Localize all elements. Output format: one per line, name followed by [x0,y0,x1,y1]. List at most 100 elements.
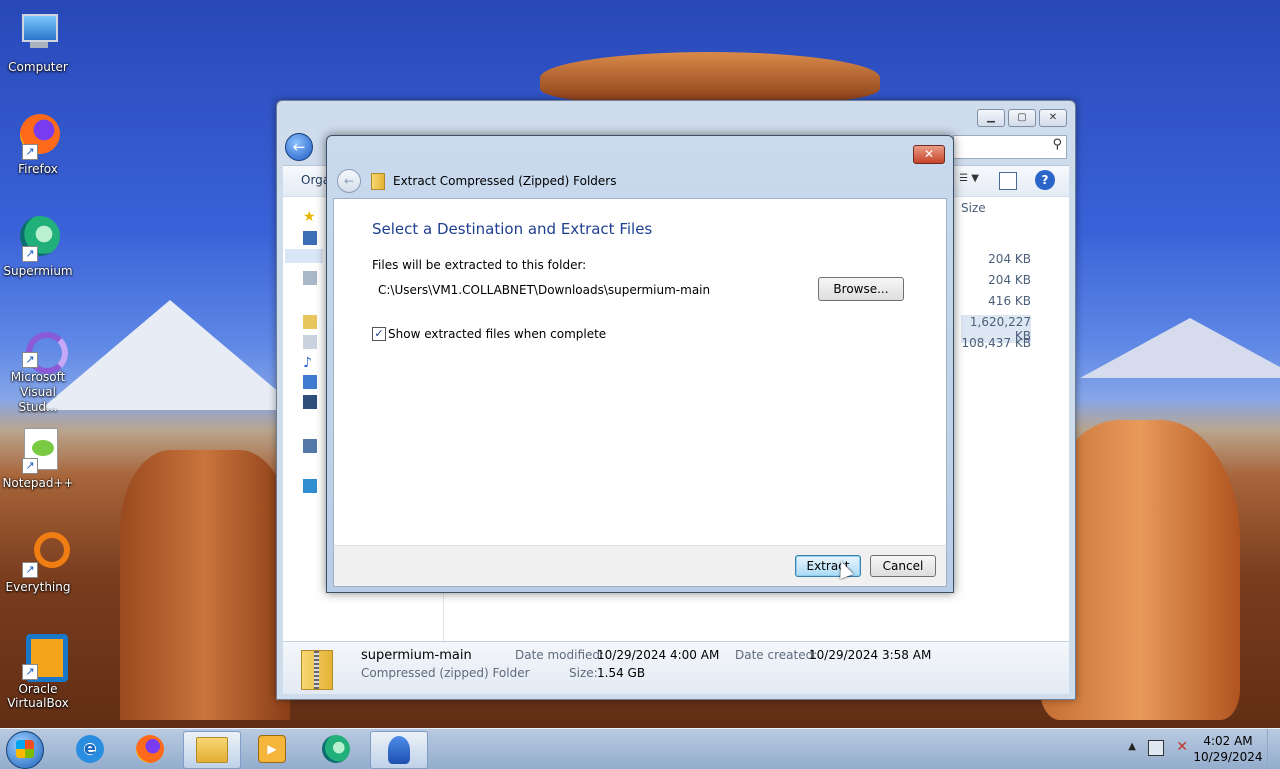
dialog-footer: Extract Cancel [333,545,947,587]
notepadpp-icon: ↗ [14,426,62,474]
details-size: 1.54 GB [597,666,646,680]
maximize-button[interactable]: ▢ [1008,109,1036,127]
downloads-item-selected[interactable] [285,249,323,263]
desktop-icon-label: Everything [5,580,71,594]
supermium-icon [322,735,350,763]
windows-logo-icon [16,740,34,758]
taskbar-internet-explorer[interactable]: e [62,731,118,767]
recent-places-icon [303,271,317,285]
zip-folder-icon [371,173,385,190]
desktop-icon-virtualbox[interactable]: ↗ Oracle VirtualBox [2,632,74,710]
desktop-icon-firefox[interactable]: ↗ Firefox [2,112,74,177]
details-file-name: supermium-main [361,648,472,663]
computer-nav-icon [303,439,317,453]
file-size-cell: 204 KB [988,252,1031,266]
file-size-cell: 108,437 KB [961,336,1031,350]
views-dropdown[interactable]: ☰ ▼ [959,173,979,184]
details-date-modified-label: Date modified: [515,648,605,662]
close-button[interactable]: ✕ [1039,109,1067,127]
music-icon: ♪ [303,355,312,371]
wallpaper-rock [540,52,880,104]
destination-label: Files will be extracted to this folder: [372,258,587,272]
desktop-icon-notepadpp[interactable]: ↗ Notepad++ [2,426,74,491]
computer-icon [14,10,62,58]
show-hidden-icons-icon[interactable]: ▲ [1128,741,1136,752]
dialog-close-button[interactable]: ✕ [913,145,945,164]
details-pane: supermium-main Compressed (zipped) Folde… [283,641,1069,694]
desktop-icon-computer[interactable]: Computer [2,10,74,75]
desktop: Computer ↗ Firefox ↗ Supermium ↗ Microso… [0,0,1280,728]
everything-icon: ↗ [14,530,70,578]
show-extracted-files-label[interactable]: Show extracted files when complete [388,327,606,341]
wallpaper-rock-left [120,450,290,720]
wallpaper-mountain [40,300,300,410]
visual-studio-icon: ↗ [14,330,68,374]
media-player-icon: ▶ [258,735,286,763]
shortcut-arrow-icon: ↗ [22,144,38,160]
extract-wizard-icon [388,736,410,764]
dialog-header: ← Extract Compressed (Zipped) Folders [333,168,945,196]
clock-time: 4:02 AM [1203,734,1253,748]
pictures-icon [303,375,317,389]
cancel-button[interactable]: Cancel [870,555,936,577]
zip-folder-icon [301,650,333,690]
taskbar-media-player[interactable]: ▶ [244,731,300,767]
details-date-created-label: Date created: [735,648,818,662]
browse-button[interactable]: Browse... [818,277,904,301]
desktop-icon-label: Notepad++ [2,476,74,490]
desktop-icon-supermium[interactable]: ↗ Supermium [2,214,74,279]
libraries-icon [303,315,317,329]
shortcut-arrow-icon: ↗ [22,458,38,474]
show-extracted-files-checkbox[interactable]: ✓ [372,327,386,341]
search-input[interactable]: ⚲ [953,135,1067,159]
taskbar-explorer[interactable] [183,731,241,769]
search-icon: ⚲ [1052,137,1062,152]
clock-date: 10/29/2024 [1193,750,1263,764]
back-button[interactable]: ← [285,133,313,161]
network-icon [303,479,317,493]
favorites-star-icon: ★ [303,209,316,225]
details-file-type: Compressed (zipped) Folder [361,666,530,680]
desktop-icon-visual-studio[interactable]: ↗ Microsoft Visual Stud... [2,330,74,415]
taskbar-firefox[interactable] [122,731,178,767]
desktop-icon-label: Oracle VirtualBox [7,682,69,710]
shortcut-arrow-icon: ↗ [22,562,38,578]
virtualbox-icon: ↗ [14,632,68,682]
desktop-folder-icon [303,231,317,245]
show-desktop-button[interactable] [1267,729,1280,769]
desktop-icon-label: Firefox [18,162,58,176]
taskbar: e ▶ ▲ ✕ 4:02 AM 10/29/2024 [0,728,1280,769]
clock[interactable]: 4:02 AM 10/29/2024 [1188,733,1268,765]
file-size-cell: 416 KB [988,294,1031,308]
supermium-icon: ↗ [14,214,62,262]
start-button[interactable] [6,731,44,769]
volume-muted-icon[interactable]: ✕ [1176,739,1188,755]
documents-icon [303,335,317,349]
window-controls: ▁ ▢ ✕ [977,109,1067,127]
network-tray-icon[interactable] [1148,740,1164,756]
column-header-size[interactable]: Size [961,201,986,215]
dialog-content: Select a Destination and Extract Files F… [333,198,947,545]
dialog-back-button[interactable]: ← [337,169,361,193]
shortcut-arrow-icon: ↗ [22,664,38,680]
shortcut-arrow-icon: ↗ [22,352,38,368]
help-icon[interactable]: ? [1035,170,1055,190]
desktop-icon-label: Computer [8,60,68,74]
taskbar-supermium[interactable] [308,731,364,767]
details-size-label: Size: [569,666,598,680]
dialog-title: Extract Compressed (Zipped) Folders [393,174,617,188]
destination-path: C:\Users\VM1.COLLABNET\Downloads\supermi… [378,283,711,297]
videos-icon [303,395,317,409]
details-date-modified: 10/29/2024 4:00 AM [597,648,720,662]
folder-icon [196,737,228,763]
extract-dialog[interactable]: ✕ ← Extract Compressed (Zipped) Folders … [326,135,954,593]
preview-pane-button[interactable] [999,172,1017,190]
wallpaper-mountain-right [1080,318,1280,378]
firefox-icon [136,735,164,763]
minimize-button[interactable]: ▁ [977,109,1005,127]
desktop-icon-label: Microsoft Visual Stud... [10,370,66,414]
details-date-created: 10/29/2024 3:58 AM [809,648,932,662]
taskbar-extract-wizard[interactable] [370,731,428,769]
firefox-icon: ↗ [14,112,62,160]
desktop-icon-everything[interactable]: ↗ Everything [2,530,74,595]
